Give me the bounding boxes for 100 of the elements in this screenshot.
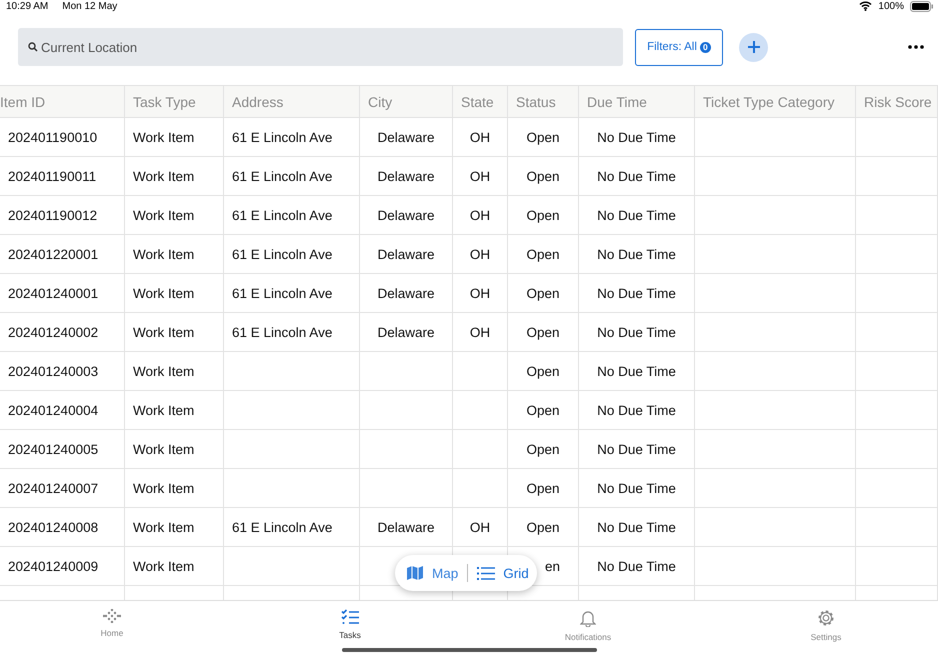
wifi-icon	[859, 1, 872, 11]
table-cell: Delaware	[377, 208, 435, 222]
table-cell: Work Item	[133, 442, 194, 456]
table-cell: No Due Time	[597, 130, 676, 144]
table-cell: Open	[526, 208, 560, 222]
table-cell: OH	[470, 246, 490, 262]
table-cell: Work Item	[133, 520, 194, 534]
tab-bar-item[interactable]: Tasks	[300, 609, 400, 640]
table-cell: 61 E Lincoln Ave	[232, 130, 332, 144]
list-icon	[477, 566, 496, 580]
table-cell: Delaware	[377, 246, 435, 262]
table-cell: 61 E Lincoln Ave	[232, 324, 332, 340]
table-cell: 202401240002	[8, 324, 98, 340]
tab-bar-item[interactable]: Notifications	[538, 609, 638, 642]
table-cell: OH	[470, 130, 490, 144]
table-cell: Work Item	[133, 168, 194, 184]
table-cell: 202401240005	[8, 442, 98, 456]
column-header[interactable]: Address	[232, 94, 284, 110]
plus-icon	[746, 40, 760, 54]
table-cell: Work Item	[133, 130, 194, 144]
table-cell: 202401240004	[8, 402, 98, 418]
table-cell: Work Item	[133, 324, 194, 340]
status-time: 10:29 AM	[6, 0, 48, 12]
table-cell: Open	[526, 520, 560, 534]
map-view-button[interactable]: Map	[403, 565, 462, 581]
table-cell: Open	[526, 324, 560, 340]
table-cell: No Due Time	[597, 246, 676, 262]
grid-view-button[interactable]: Grid	[474, 566, 532, 580]
table-cell: Open	[526, 246, 560, 262]
column-header[interactable]: Ticket Type Category	[703, 94, 835, 110]
table-cell: No Due Time	[597, 324, 676, 340]
table-cell: Work Item	[133, 208, 194, 222]
gear-icon	[817, 609, 835, 627]
table-cell: Open	[526, 286, 560, 300]
bell-icon	[580, 609, 596, 627]
filter-count-badge: 0	[700, 42, 711, 52]
table-cell: Work Item	[133, 480, 194, 496]
table-cell: 202401190010	[8, 130, 98, 144]
column-header[interactable]: Item ID	[0, 94, 46, 110]
column-header[interactable]: Task Type	[133, 94, 196, 110]
add-button[interactable]	[739, 32, 768, 62]
table-cell: No Due Time	[597, 168, 676, 184]
table-cell: Delaware	[377, 520, 435, 534]
table-cell: Work Item	[133, 286, 194, 300]
table-cell: No Due Time	[597, 558, 676, 574]
table-cell: Open	[526, 364, 560, 378]
table-cell: No Due Time	[597, 442, 676, 456]
table-cell: No Due Time	[597, 286, 676, 300]
table-cell: Open	[526, 402, 560, 418]
table-cell: 202401240003	[8, 364, 98, 378]
checklist-icon	[341, 609, 359, 625]
status-date: Mon 12 May	[62, 0, 118, 12]
table-cell: Open	[526, 168, 560, 184]
table-cell: Work Item	[133, 246, 194, 262]
table-cell: No Due Time	[597, 364, 676, 378]
search-icon	[28, 42, 38, 52]
table-cell: 61 E Lincoln Ave	[232, 520, 332, 534]
battery-percent: 100%	[878, 0, 904, 12]
table-cell: No Due Time	[597, 208, 676, 222]
table-cell: Delaware	[377, 324, 435, 340]
table-cell: OH	[470, 324, 490, 340]
column-header[interactable]: City	[368, 94, 392, 110]
column-header[interactable]: Due Time	[587, 94, 647, 110]
table-cell: 61 E Lincoln Ave	[232, 168, 332, 184]
table-cell: OH	[470, 520, 490, 534]
table-cell: Delaware	[377, 286, 435, 300]
table-cell: 202401240001	[8, 286, 98, 300]
map-icon	[406, 565, 424, 581]
table-cell: 202401240008	[8, 520, 98, 534]
table-cell: Work Item	[133, 558, 194, 574]
search-field[interactable]: Current Location	[18, 28, 623, 66]
table-cell: 202401190011	[8, 168, 96, 184]
filters-button[interactable]: Filters: All 0	[635, 28, 723, 66]
table-cell: Open	[526, 442, 560, 456]
table-cell: OH	[470, 168, 490, 184]
table-cell: No Due Time	[597, 520, 676, 534]
table-cell: OH	[470, 286, 490, 300]
table-cell: Delaware	[377, 130, 435, 144]
more-icon[interactable]	[908, 45, 924, 49]
table-cell: No Due Time	[597, 480, 676, 496]
table-cell: Open	[526, 480, 560, 496]
battery-icon	[910, 0, 934, 12]
grid-dots-icon	[103, 609, 121, 623]
table-cell: 61 E Lincoln Ave	[232, 246, 332, 262]
table-cell: Work Item	[133, 402, 194, 418]
table-cell: 202401190012	[8, 208, 98, 222]
table-cell: OH	[470, 208, 490, 222]
column-header[interactable]: Status	[516, 94, 556, 110]
table-cell: Work Item	[133, 364, 194, 378]
tab-bar-item[interactable]: Settings	[776, 609, 876, 642]
table-cell: 202401240007	[8, 480, 98, 496]
table-cell: Delaware	[377, 168, 435, 184]
tab-bar-item[interactable]: Home	[62, 609, 162, 638]
table-cell: 61 E Lincoln Ave	[232, 286, 332, 300]
table-cell: 202401220001	[8, 246, 98, 262]
table-cell: en	[544, 558, 560, 574]
table-cell: Open	[526, 130, 560, 144]
column-header[interactable]: State	[461, 94, 494, 110]
table-cell: 202401240009	[8, 558, 98, 574]
column-header[interactable]: Risk Score	[864, 94, 932, 110]
